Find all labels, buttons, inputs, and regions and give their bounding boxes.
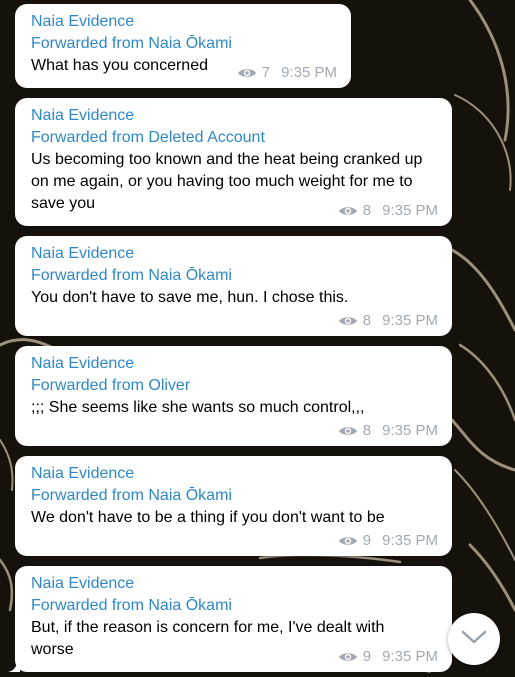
sender-name[interactable]: Naia Evidence xyxy=(31,353,438,375)
forwarded-from[interactable]: Forwarded from Naia Ōkami xyxy=(31,265,438,287)
eye-icon xyxy=(237,67,257,79)
view-count: 8 xyxy=(362,202,372,219)
forwarded-from[interactable]: Forwarded from Deleted Account xyxy=(31,127,438,149)
view-count: 8 xyxy=(362,312,372,329)
eye-icon xyxy=(338,535,358,547)
message-bubble[interactable]: Naia Evidence Forwarded from Naia Ōkami … xyxy=(8,566,452,672)
message-text: We don't have to be a thing if you don't… xyxy=(31,509,385,526)
message-time: 9:35 PM xyxy=(382,202,438,219)
bubble-tail xyxy=(8,660,20,672)
message-text: You don't have to save me, hun. I chose … xyxy=(31,289,349,306)
message-text: ;;; She seems like she wants so much con… xyxy=(31,399,365,416)
message-bubble[interactable]: Naia Evidence Forwarded from Oliver ;;; … xyxy=(15,346,452,446)
message-meta: 8 9:35 PM xyxy=(338,202,438,220)
message-meta: 8 9:35 PM xyxy=(338,312,438,330)
view-count: 9 xyxy=(362,532,372,549)
message-time: 9:35 PM xyxy=(382,648,438,665)
message-bubble[interactable]: Naia Evidence Forwarded from Deleted Acc… xyxy=(15,98,452,226)
chevron-down-icon xyxy=(461,629,487,650)
sender-name[interactable]: Naia Evidence xyxy=(31,105,438,127)
sender-name[interactable]: Naia Evidence xyxy=(31,573,438,595)
view-count: 7 xyxy=(261,64,271,81)
message-meta: 9 9:35 PM xyxy=(338,532,438,550)
eye-icon xyxy=(338,205,358,217)
forwarded-from[interactable]: Forwarded from Naia Ōkami xyxy=(31,595,438,617)
sender-name[interactable]: Naia Evidence xyxy=(31,463,438,485)
forwarded-from[interactable]: Forwarded from Oliver xyxy=(31,375,438,397)
scroll-to-bottom-button[interactable] xyxy=(448,613,500,665)
message-time: 9:35 PM xyxy=(281,64,337,81)
message-bubble[interactable]: Naia Evidence Forwarded from Naia Ōkami … xyxy=(15,236,452,336)
sender-name[interactable]: Naia Evidence xyxy=(31,11,337,33)
sender-name[interactable]: Naia Evidence xyxy=(31,243,438,265)
message-meta: 8 9:35 PM xyxy=(338,422,438,440)
message-meta: 9 9:35 PM xyxy=(338,648,438,666)
message-time: 9:35 PM xyxy=(382,532,438,549)
view-count: 8 xyxy=(362,422,372,439)
message-time: 9:35 PM xyxy=(382,422,438,439)
eye-icon xyxy=(338,651,358,663)
forwarded-from[interactable]: Forwarded from Naia Ōkami xyxy=(31,33,337,55)
message-bubble[interactable]: Naia Evidence Forwarded from Naia Ōkami … xyxy=(15,456,452,556)
eye-icon xyxy=(338,425,358,437)
message-time: 9:35 PM xyxy=(382,312,438,329)
message-meta: 7 9:35 PM xyxy=(237,64,337,82)
forwarded-from[interactable]: Forwarded from Naia Ōkami xyxy=(31,485,438,507)
eye-icon xyxy=(338,315,358,327)
view-count: 9 xyxy=(362,648,372,665)
message-bubble[interactable]: Naia Evidence Forwarded from Naia Ōkami … xyxy=(15,4,351,88)
